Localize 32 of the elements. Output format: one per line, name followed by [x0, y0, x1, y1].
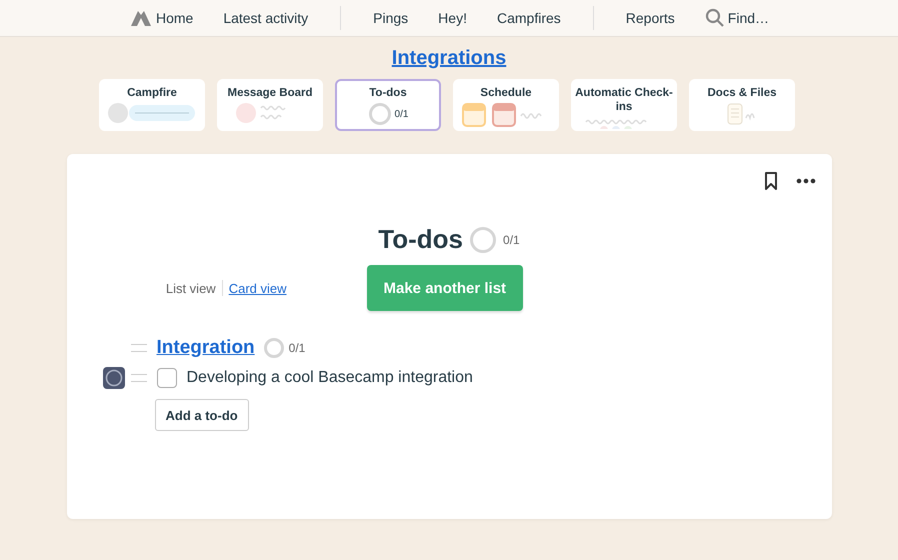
drag-handle-icon[interactable] — [130, 374, 146, 382]
nav-link[interactable]: Campfires — [496, 10, 561, 26]
tool-card[interactable]: Automatic Check-ins — [571, 79, 677, 131]
add-todo-button[interactable]: Add a to-do — [154, 399, 249, 431]
tool-card[interactable]: Docs & Files — [689, 79, 795, 131]
tool-card[interactable]: Message Board — [217, 79, 323, 131]
nav-link[interactable]: Pings — [373, 10, 408, 26]
tool-card[interactable]: To-dos 0/1 — [335, 79, 441, 131]
nav-link[interactable]: Reports — [626, 8, 675, 28]
bookmark-icon[interactable] — [764, 172, 778, 190]
nav-link[interactable]: Hey! — [438, 10, 467, 26]
view-toggle[interactable]: List view — [166, 280, 216, 296]
project-title[interactable]: Integrations — [392, 47, 506, 70]
nav-link[interactable]: Home — [128, 8, 194, 28]
avatar-icon — [102, 367, 124, 389]
progress-count: 0/1 — [288, 341, 306, 355]
progress-ring-icon — [469, 226, 498, 254]
tool-card[interactable]: Schedule — [453, 79, 559, 131]
list-title[interactable]: Integration — [156, 337, 255, 359]
progress-ring-icon — [368, 102, 392, 126]
todo-text[interactable]: Developing a cool Basecamp integration — [186, 369, 473, 387]
page-title: To-dos — [378, 224, 464, 255]
nav-link[interactable]: Latest activity — [223, 8, 308, 28]
todo-checkbox[interactable] — [156, 368, 176, 388]
drag-handle-icon[interactable] — [130, 344, 146, 352]
view-toggle[interactable]: Card view — [228, 280, 286, 296]
tool-card[interactable]: Campfire — [99, 79, 205, 131]
more-icon[interactable] — [796, 178, 816, 184]
nav-link[interactable]: Find… — [704, 8, 770, 28]
progress-count: 0/1 — [503, 232, 520, 246]
search-icon — [704, 8, 725, 28]
progress-ring-icon — [262, 337, 285, 359]
